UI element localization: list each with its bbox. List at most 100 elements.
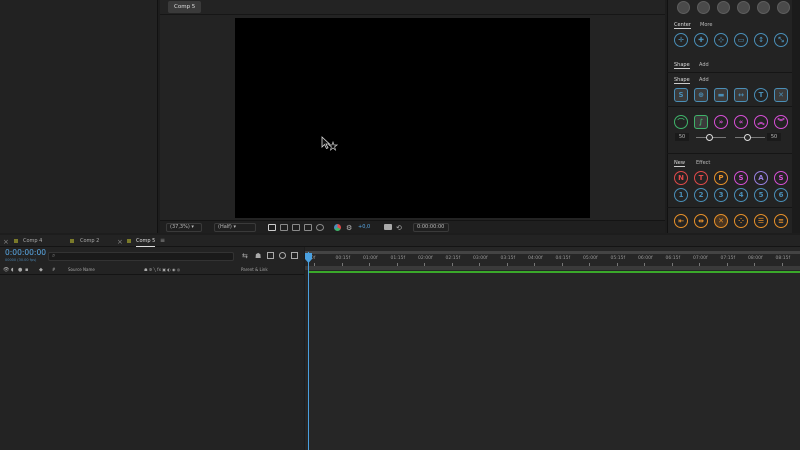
tab-new[interactable]: New <box>674 160 685 167</box>
viewer-tab-comp5[interactable]: Comp 5 <box>168 1 202 13</box>
align-horizontal-icon[interactable]: ▭ <box>734 33 748 47</box>
tab-menu-icon[interactable]: ≡ <box>160 235 165 247</box>
lock-icon[interactable]: ▪ <box>25 265 28 275</box>
timeline-timecode[interactable]: 0:00:00:00 <box>5 248 46 257</box>
swap-icon[interactable] <box>757 1 770 14</box>
frame-blend-icon[interactable] <box>267 252 274 259</box>
shape-width-icon[interactable]: ↔ <box>734 88 748 102</box>
ease-in-icon[interactable]: ⌒ <box>674 115 688 129</box>
tab-comp2[interactable]: Comp 2 <box>80 235 99 247</box>
camera-icon[interactable] <box>384 224 392 230</box>
composition-canvas[interactable] <box>235 18 590 218</box>
rocket-icon[interactable] <box>717 1 730 14</box>
up-icon[interactable]: ︽ <box>754 115 768 129</box>
ease-out-icon[interactable]: ∫ <box>694 115 708 129</box>
graph-editor-icon[interactable] <box>291 252 298 259</box>
sequence-icon[interactable]: ☰ <box>754 214 768 228</box>
left-slider-value[interactable]: 50 <box>675 133 689 141</box>
down-icon[interactable]: ︾ <box>774 115 788 129</box>
timeline-track-area[interactable] <box>305 247 800 450</box>
eye-icon[interactable]: 👁 <box>3 265 9 275</box>
box-icon[interactable] <box>697 1 710 14</box>
ruler-tick-label: 07:15f <box>720 256 736 261</box>
solo-icon[interactable]: ● <box>18 265 22 275</box>
new-solid-icon[interactable]: S <box>734 171 748 185</box>
viewer-timecode[interactable]: 0:00:00:00 <box>413 223 449 232</box>
preset-4-icon[interactable]: 4 <box>734 188 748 202</box>
comp-flowchart-icon[interactable]: ⇆ <box>242 252 248 260</box>
3d-view-icon[interactable] <box>316 224 324 231</box>
star-icon[interactable] <box>777 1 790 14</box>
shy-icon[interactable]: ☗ <box>255 252 261 260</box>
playhead-line[interactable] <box>308 252 309 450</box>
new-precomp-icon[interactable]: P <box>714 171 728 185</box>
backward-icon[interactable]: « <box>734 115 748 129</box>
anchor-center-icon[interactable]: ✛ <box>674 33 688 47</box>
audio-icon[interactable]: ◖ <box>11 265 14 275</box>
forward-icon[interactable]: » <box>714 115 728 129</box>
tab-comp4[interactable]: Comp 4 <box>23 235 42 247</box>
layer-panel[interactable] <box>0 247 304 450</box>
trim-in-icon[interactable]: ⇤ <box>674 214 688 228</box>
delete-icon[interactable]: ✕ <box>714 214 728 228</box>
shape-pill-icon[interactable]: ▬ <box>714 88 728 102</box>
label-tag-icon[interactable]: ◆ <box>39 265 43 275</box>
new-text-icon[interactable]: T <box>694 171 708 185</box>
region-icon[interactable] <box>268 224 276 231</box>
project-panel[interactable] <box>0 0 158 233</box>
align-vertical-icon[interactable]: ↕ <box>754 33 768 47</box>
tab-add[interactable]: Add <box>699 62 709 68</box>
work-area-bar[interactable] <box>305 266 800 270</box>
tab-comp5[interactable]: Comp 5 <box>136 235 156 247</box>
shape-s-icon[interactable]: S <box>674 88 688 102</box>
preset-1-label: 1 <box>678 191 684 199</box>
switches-icons[interactable]: ☗ ✲ ╲ fx ▣ ◐ ◉ ◎ <box>144 265 180 275</box>
parent-link-header[interactable]: Parent & Link <box>241 265 268 275</box>
tab-shape-2[interactable]: Shape <box>674 77 690 84</box>
anchor-move-icon[interactable]: ✚ <box>694 33 708 47</box>
mask-visibility-icon[interactable] <box>292 224 300 231</box>
tab-center[interactable]: Center <box>674 22 691 29</box>
source-name-header[interactable]: Source Name <box>68 265 95 275</box>
tab-shape[interactable]: Shape <box>674 62 690 69</box>
shape-add-icon[interactable]: ⊕ <box>694 88 708 102</box>
tab-add-2[interactable]: Add <box>699 77 709 83</box>
image-icon[interactable] <box>737 1 750 14</box>
layer-search-input[interactable]: ⌕ <box>48 252 234 261</box>
right-slider-thumb[interactable] <box>744 134 751 141</box>
preset-3-icon[interactable]: 3 <box>714 188 728 202</box>
new-adjustment-label: A <box>758 174 764 182</box>
right-slider-value[interactable]: 50 <box>767 133 781 141</box>
layer-duration-bar[interactable] <box>308 271 800 273</box>
motion-blur-icon[interactable] <box>279 252 286 259</box>
exposure-value[interactable]: +0,0 <box>358 221 370 233</box>
center-dots-icon[interactable]: ⁘ <box>734 214 748 228</box>
preset-1-icon[interactable]: 1 <box>674 188 688 202</box>
left-slider-thumb[interactable] <box>706 134 713 141</box>
tab-more[interactable]: More <box>700 22 712 28</box>
shape-x-icon[interactable]: ✕ <box>774 88 788 102</box>
transparency-grid-icon[interactable] <box>280 224 288 231</box>
time-ruler[interactable]: 00f00:15f01:00f01:15f02:00f02:15f03:00f0… <box>305 250 800 266</box>
resolution-dropdown[interactable]: (Half) ▾ <box>214 223 256 232</box>
settings-gear-icon[interactable]: ⚙ <box>346 222 352 234</box>
new-null-icon[interactable]: N <box>674 171 688 185</box>
preset-2-label: 2 <box>698 191 704 199</box>
zoom-dropdown[interactable]: (37,3%) ▾ <box>166 223 202 232</box>
new-adjustment-icon[interactable]: A <box>754 171 768 185</box>
expand-icon[interactable]: ⤡ <box>774 33 788 47</box>
tab-effect[interactable]: Effect <box>696 160 710 166</box>
stagger-icon[interactable]: ≡ <box>774 214 788 228</box>
color-channel-icon[interactable] <box>334 224 341 231</box>
snapshot-icon[interactable]: ⟲ <box>396 222 402 234</box>
preset-5-icon[interactable]: 5 <box>754 188 768 202</box>
new-shape-icon[interactable]: S <box>774 171 788 185</box>
guides-icon[interactable] <box>304 224 312 231</box>
anchor-set-icon[interactable]: ⊹ <box>714 33 728 47</box>
grab-icon[interactable] <box>677 1 690 14</box>
split-icon[interactable]: ⇹ <box>694 214 708 228</box>
preset-6-icon[interactable]: 6 <box>774 188 788 202</box>
text-t-icon[interactable]: T <box>754 88 768 102</box>
preset-2-icon[interactable]: 2 <box>694 188 708 202</box>
right-scrollbar[interactable] <box>792 0 800 233</box>
